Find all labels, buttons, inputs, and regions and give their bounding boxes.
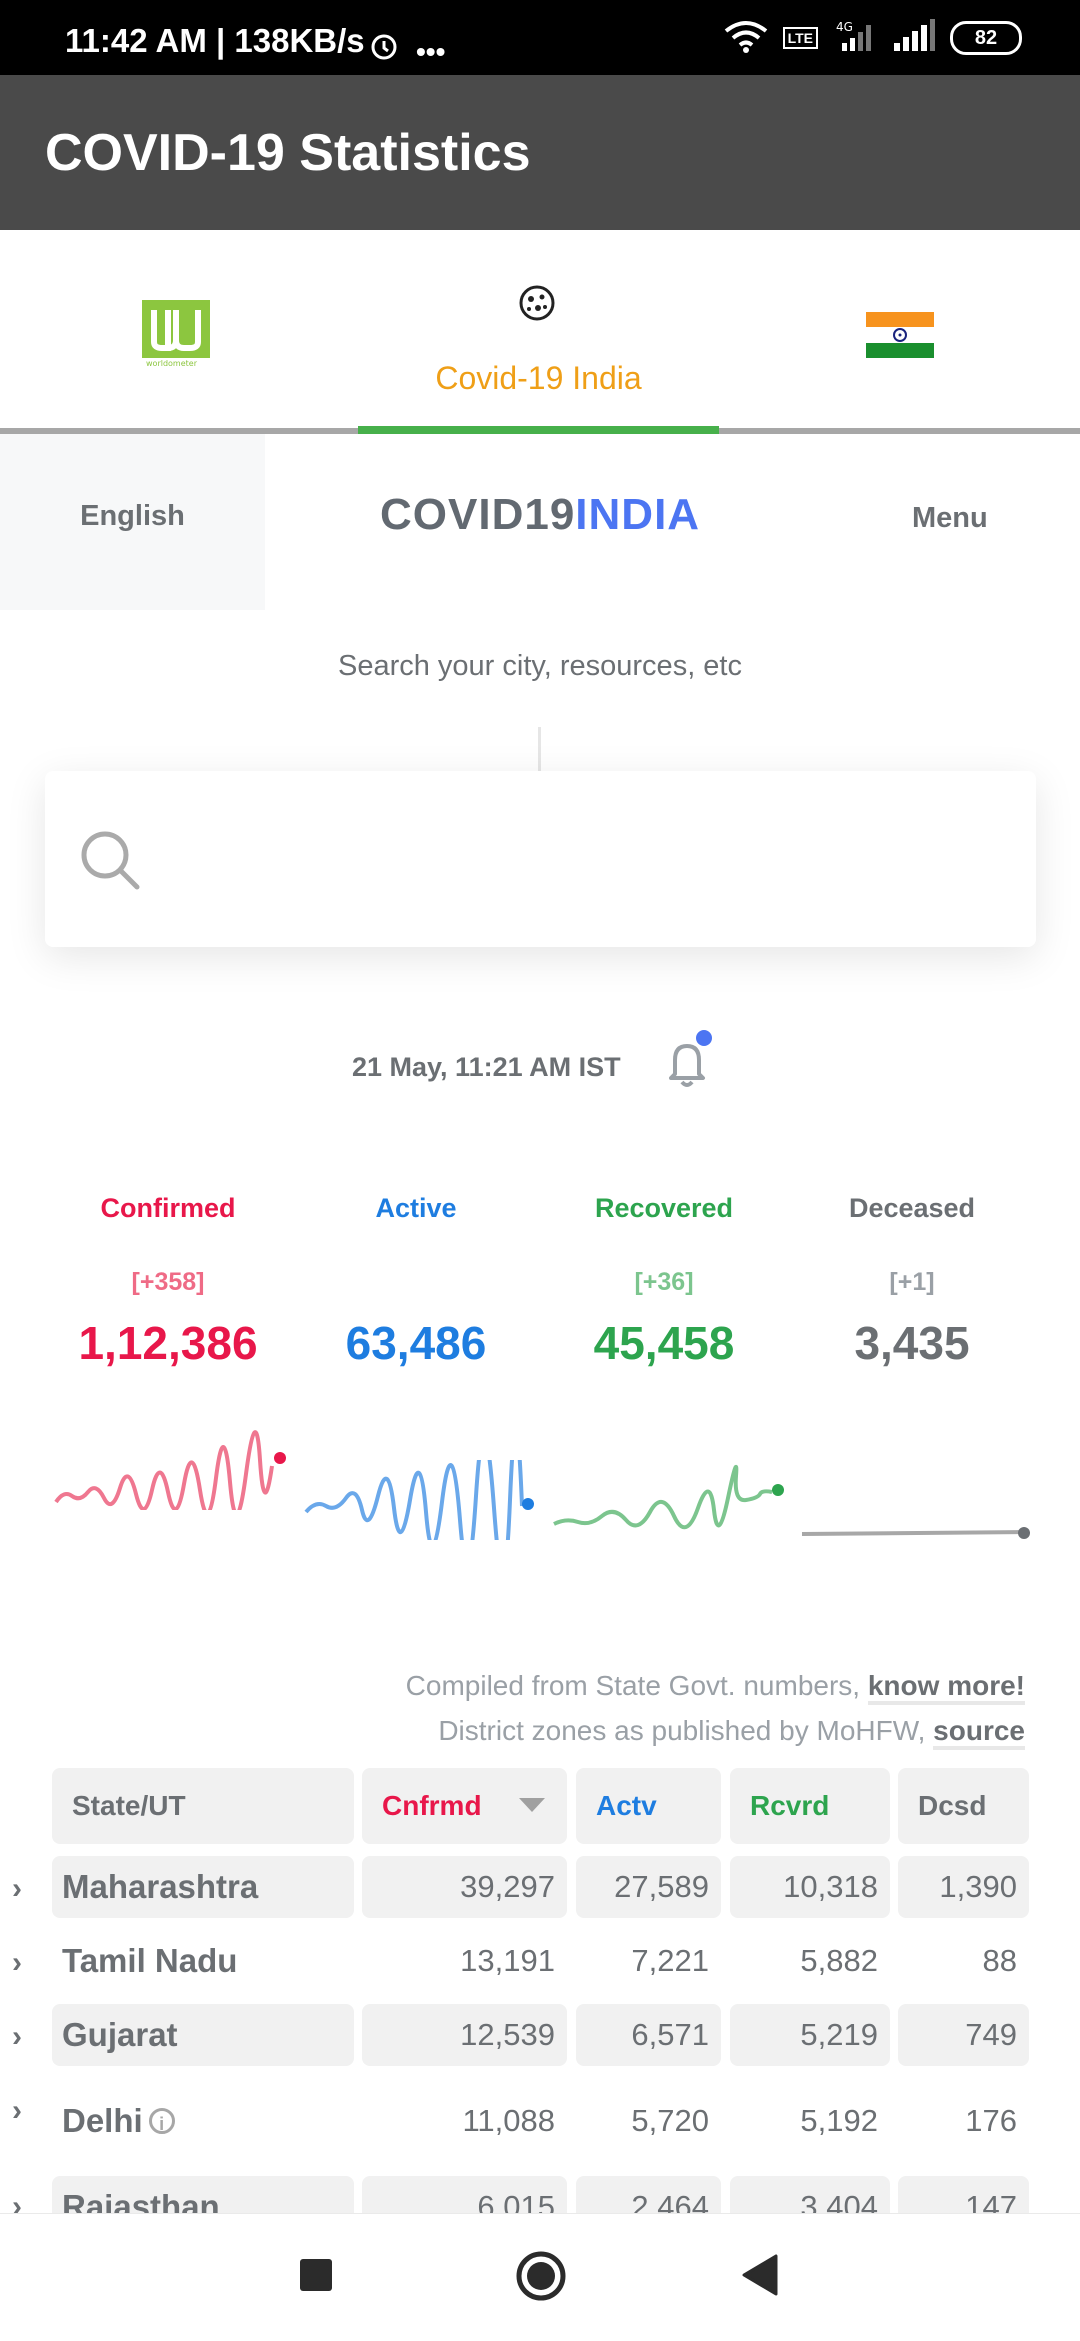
india-flag-icon bbox=[866, 312, 934, 363]
know-more-link[interactable]: know more! bbox=[867, 1670, 1025, 1705]
info-icon[interactable]: i bbox=[148, 2108, 175, 2134]
expand-chevron-icon[interactable]: › bbox=[12, 1872, 38, 1905]
column-header-state[interactable]: State/UT bbox=[52, 1768, 354, 1844]
cell-recovered: 5,219 bbox=[730, 2004, 890, 2066]
stat-value-confirmed: 1,12,386 bbox=[78, 1317, 258, 1369]
alarm-icon bbox=[368, 30, 400, 67]
menu-button[interactable]: Menu bbox=[912, 502, 988, 535]
state-name[interactable]: Maharashtra bbox=[52, 1856, 354, 1918]
cell-active: 6,571 bbox=[576, 2004, 721, 2066]
cell-recovered: 5,882 bbox=[800, 1943, 878, 1978]
expand-chevron-icon[interactable]: › bbox=[12, 2094, 38, 2127]
language-label: English bbox=[80, 500, 185, 532]
sparkline-recovered bbox=[553, 1464, 784, 1530]
sparkline-active bbox=[304, 1460, 534, 1540]
brand-text-india: INDIA bbox=[575, 490, 701, 539]
column-header-recovered[interactable]: Rcvrd bbox=[730, 1768, 890, 1844]
sort-descending-icon bbox=[519, 1798, 545, 1812]
worldometer-logo-icon: worldometer bbox=[142, 300, 210, 373]
cell-deceased: 176 bbox=[965, 2103, 1017, 2138]
home-button[interactable] bbox=[515, 2250, 567, 2307]
status-time: 11:42 AM | 138KB/s bbox=[65, 22, 365, 59]
tab-covid-india[interactable] bbox=[358, 230, 718, 430]
app-title: COVID-19 Statistics bbox=[45, 124, 531, 182]
cell-deceased: 88 bbox=[982, 1943, 1017, 1978]
sparkline-confirmed bbox=[54, 1430, 286, 1510]
recents-button[interactable] bbox=[300, 2259, 332, 2291]
cell-confirmed: 39,297 bbox=[362, 1856, 567, 1918]
virus-icon bbox=[516, 282, 558, 329]
cell-confirmed: 13,191 bbox=[460, 1943, 555, 1978]
tab-worldometer[interactable]: worldometer bbox=[0, 230, 360, 430]
source-link[interactable]: source bbox=[933, 1715, 1025, 1750]
state-name[interactable]: Tamil Nadu bbox=[52, 1930, 354, 1992]
cell-recovered: 10,318 bbox=[730, 1856, 890, 1918]
column-header-active[interactable]: Actv bbox=[576, 1768, 721, 1844]
state-name-row[interactable]: Delhi i bbox=[52, 2090, 354, 2152]
expand-chevron-icon[interactable]: › bbox=[12, 1946, 38, 1979]
cell-deceased: 749 bbox=[898, 2004, 1029, 2066]
search-input[interactable] bbox=[45, 771, 1036, 947]
cell-active: 7,221 bbox=[631, 1943, 709, 1978]
status-icons: LTE 4G 82 bbox=[723, 18, 1022, 58]
stat-delta-recovered: [+36] bbox=[634, 1268, 694, 1296]
cell-confirmed: 12,539 bbox=[362, 2004, 567, 2066]
column-header-confirmed[interactable]: Cnfrmd bbox=[362, 1768, 567, 1844]
cell-active: 5,720 bbox=[631, 2103, 709, 2138]
stat-value-active: 63,486 bbox=[345, 1317, 487, 1369]
tab-active-indicator bbox=[358, 426, 719, 434]
expand-chevron-icon[interactable]: › bbox=[12, 2020, 38, 2053]
svg-text:4G: 4G bbox=[836, 20, 853, 34]
brand-text-covid: COVID19 bbox=[380, 490, 576, 539]
stat-value-deceased: 3,435 bbox=[854, 1317, 970, 1369]
battery-indicator: 82 bbox=[950, 21, 1022, 55]
stat-label-active: Active bbox=[375, 1193, 457, 1223]
state-name[interactable]: Gujarat bbox=[52, 2004, 354, 2066]
state-name: Delhi bbox=[62, 2102, 143, 2139]
search-icon bbox=[78, 828, 142, 897]
volte-icon: LTE bbox=[782, 27, 818, 49]
stat-label-recovered: Recovered bbox=[594, 1193, 734, 1223]
bell-icon[interactable] bbox=[660, 1030, 716, 1095]
signal-icon bbox=[892, 18, 936, 58]
cell-deceased: 1,390 bbox=[898, 1856, 1029, 1918]
sparkline-deceased bbox=[801, 1527, 1030, 1539]
last-updated: 21 May, 11:21 AM IST bbox=[352, 1052, 621, 1082]
svg-text:worldometer: worldometer bbox=[146, 359, 198, 368]
data-source-notes: Compiled from State Govt. numbers, know … bbox=[406, 1663, 1025, 1753]
stat-delta-confirmed: [+358] bbox=[131, 1268, 205, 1296]
stat-delta-deceased: [+1] bbox=[889, 1268, 935, 1296]
cell-active: 27,589 bbox=[576, 1856, 721, 1918]
divider bbox=[538, 727, 541, 772]
column-header-deceased[interactable]: Dcsd bbox=[898, 1768, 1029, 1844]
column-header-confirmed-label: Cnfrmd bbox=[382, 1790, 482, 1821]
tab-label-covid-india: Covid-19 India bbox=[435, 360, 642, 396]
wifi-icon bbox=[723, 19, 769, 58]
cell-confirmed: 11,088 bbox=[462, 2103, 555, 2138]
signal-4g-icon: 4G bbox=[832, 19, 878, 58]
tab-india-flag[interactable] bbox=[719, 230, 1079, 430]
more-notifications-icon: ••• bbox=[416, 36, 446, 67]
cell-recovered: 5,192 bbox=[800, 2103, 878, 2138]
stat-label-confirmed: Confirmed bbox=[100, 1193, 236, 1223]
search-hint: Search your city, resources, etc bbox=[337, 650, 742, 682]
back-button[interactable] bbox=[742, 2254, 778, 2301]
note-text-2: District zones as published by MoHFW, bbox=[438, 1715, 926, 1746]
site-logo[interactable]: COVID19INDIA bbox=[380, 490, 700, 540]
stat-label-deceased: Deceased bbox=[848, 1193, 976, 1223]
stat-value-recovered: 45,458 bbox=[593, 1317, 735, 1369]
note-text-1: Compiled from State Govt. numbers, bbox=[405, 1670, 861, 1701]
